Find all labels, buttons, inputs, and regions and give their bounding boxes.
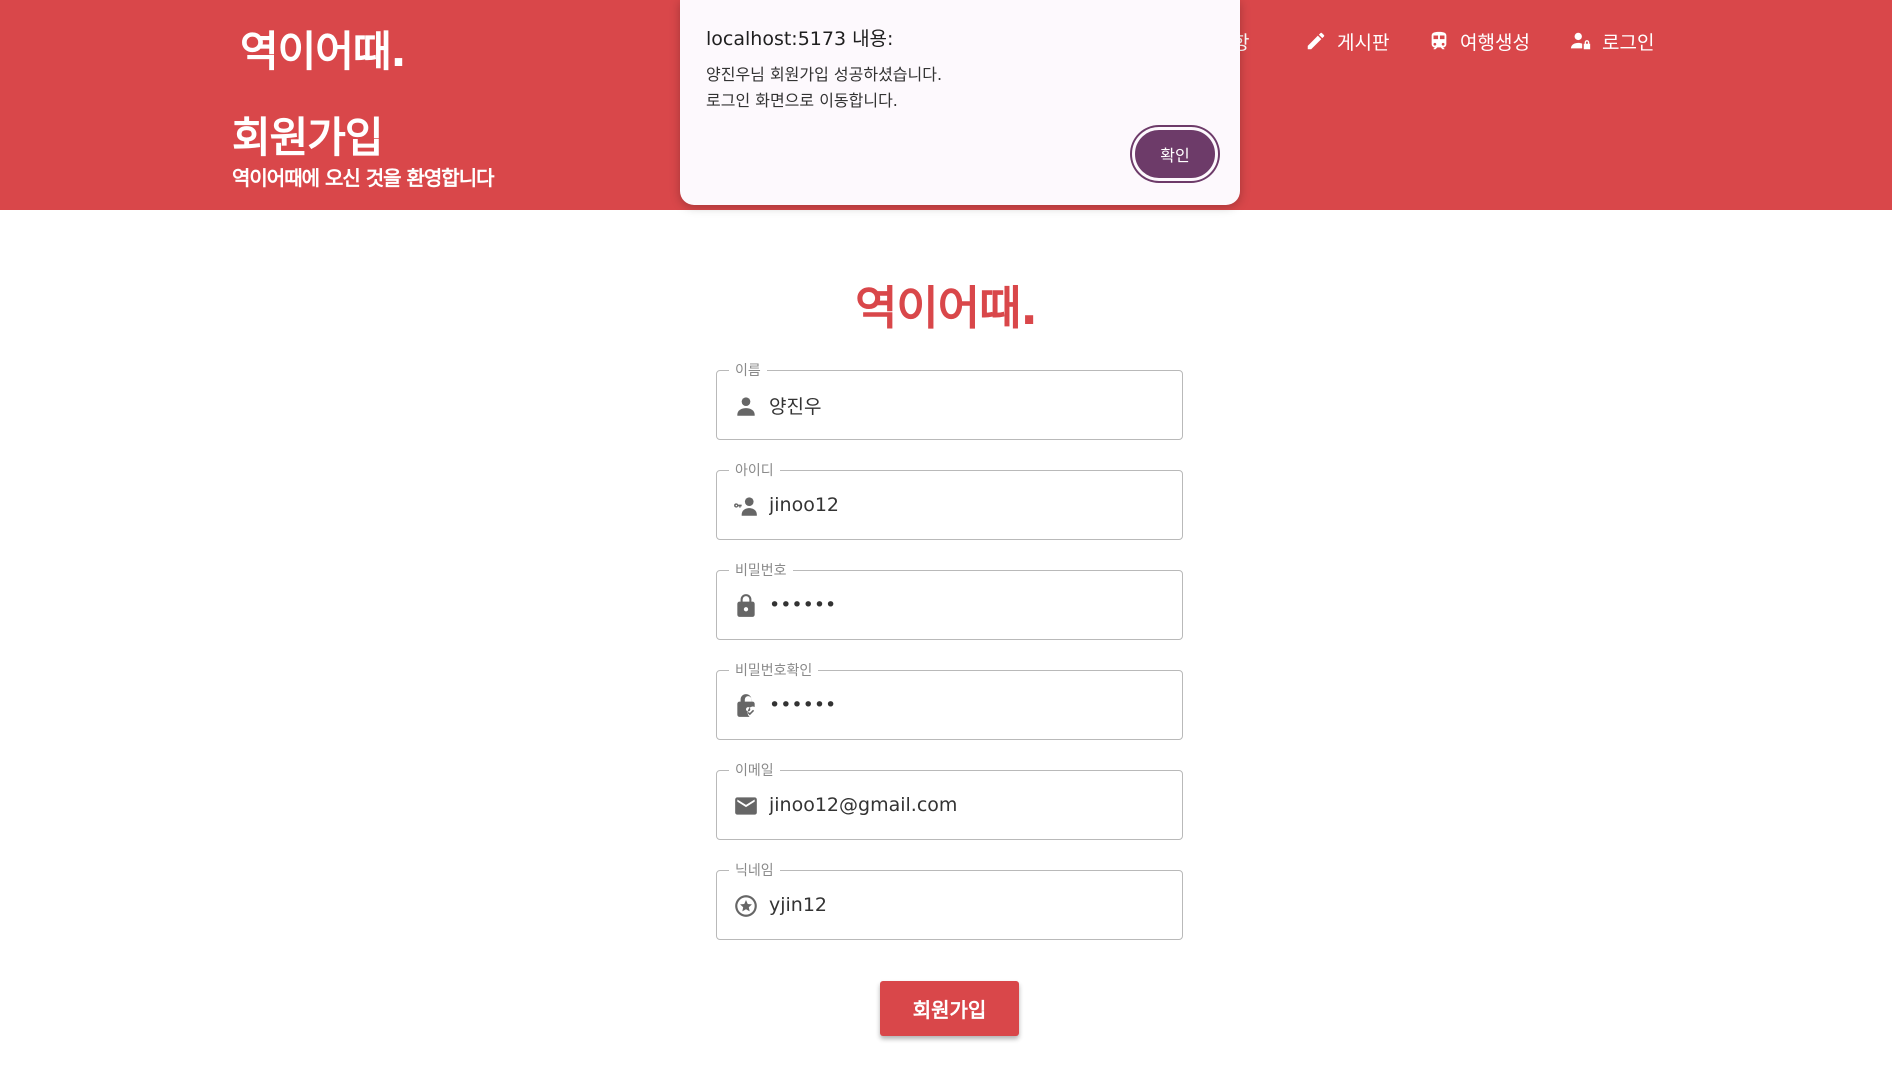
user-lock-icon [1570, 32, 1591, 50]
name-input[interactable] [769, 387, 1169, 423]
star-circle-icon [733, 893, 759, 919]
dialog-title: localhost:5173 내용: [706, 28, 894, 50]
pencil-icon [1307, 32, 1325, 50]
lock-icon [733, 593, 759, 619]
nickname-field[interactable]: 닉네임 [716, 860, 1183, 940]
password-field[interactable]: 비밀번호 [716, 560, 1183, 640]
password-confirm-field[interactable]: 비밀번호확인 [716, 660, 1183, 740]
logo[interactable]: 역이어때. [240, 18, 407, 79]
person-key-icon [733, 493, 759, 519]
lock-check-icon [733, 693, 759, 719]
form-brand: 역이어때. [855, 281, 1038, 335]
nav-item-trip-create[interactable]: 여행생성 [1428, 26, 1530, 56]
id-input[interactable] [769, 487, 1169, 523]
alert-dialog: localhost:5173 내용: 양진우님 회원가입 성공하셨습니다. 로그… [680, 0, 1240, 205]
field-label: 이름 [729, 360, 767, 380]
id-field[interactable]: 아이디 [716, 460, 1183, 540]
password-input[interactable] [769, 587, 1169, 623]
page-subtitle: 역이어때에 오신 것을 환영합니다 [232, 166, 494, 190]
name-field[interactable]: 이름 [716, 360, 1183, 440]
dialog-message-line: 로그인 화면으로 이동합니다. [706, 91, 898, 110]
field-label: 닉네임 [729, 860, 780, 880]
password-confirm-input[interactable] [769, 687, 1169, 723]
field-label: 비밀번호확인 [729, 660, 819, 680]
page-title: 회원가입 [232, 113, 384, 162]
mail-icon [733, 793, 759, 819]
nav-item-login[interactable]: 로그인 [1570, 26, 1654, 56]
person-icon [733, 393, 759, 419]
signup-button[interactable]: 회원가입 [880, 981, 1019, 1036]
train-icon [1431, 31, 1447, 50]
nav-item-label: 로그인 [1602, 31, 1655, 54]
field-label: 이메일 [729, 760, 780, 780]
email-input[interactable] [769, 787, 1169, 823]
field-label: 아이디 [729, 460, 780, 480]
confirm-button[interactable]: 확인 [1132, 127, 1218, 181]
nickname-input[interactable] [769, 887, 1169, 923]
nav-item-label: 여행생성 [1460, 31, 1530, 54]
email-field[interactable]: 이메일 [716, 760, 1183, 840]
field-label: 비밀번호 [729, 560, 793, 580]
dialog-message-line: 양진우님 회원가입 성공하셨습니다. [706, 65, 943, 84]
dialog-message: 양진우님 회원가입 성공하셨습니다. 로그인 화면으로 이동합니다. [706, 62, 942, 114]
nav-item-label: 게시판 [1337, 31, 1390, 54]
nav-item-board[interactable]: 게시판 [1305, 26, 1389, 56]
